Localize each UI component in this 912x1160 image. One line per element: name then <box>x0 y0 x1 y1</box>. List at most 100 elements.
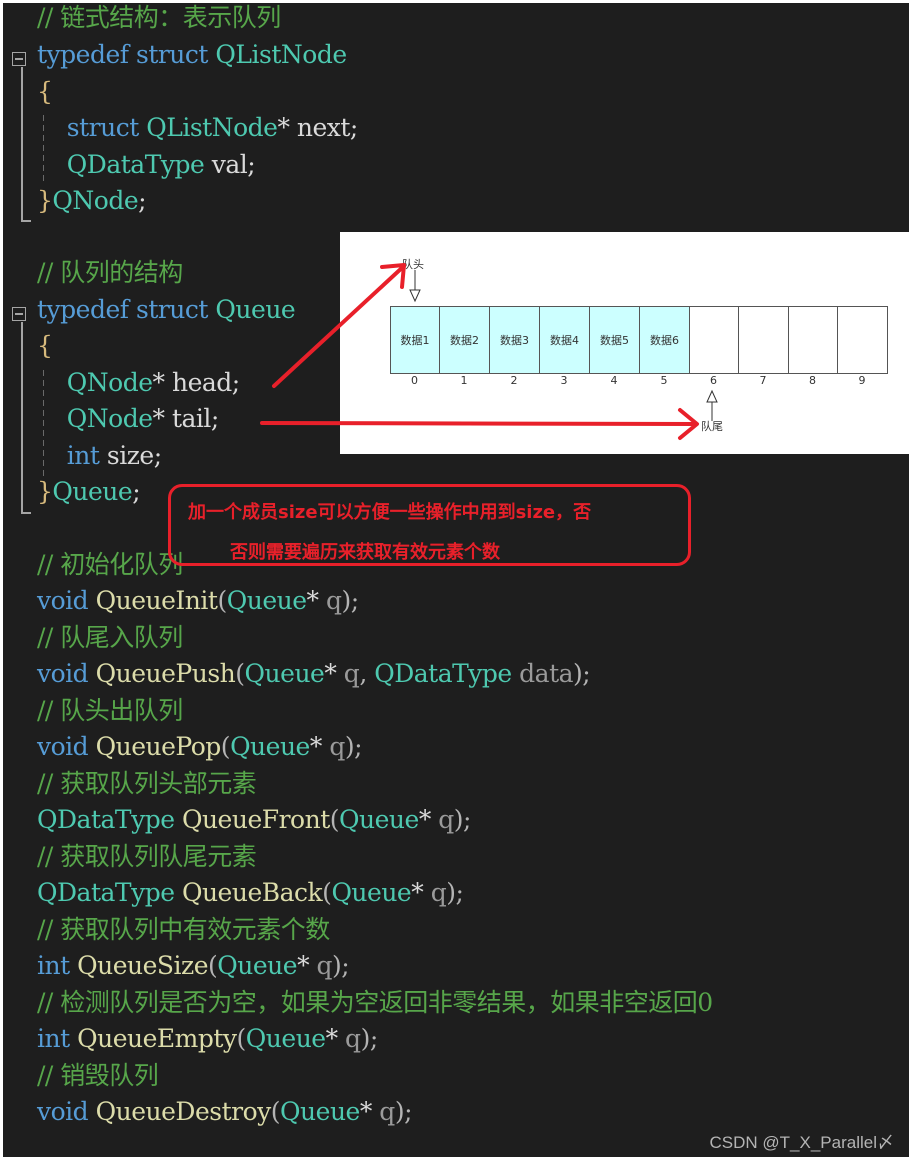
code-token: ); <box>453 805 472 834</box>
code-token: ( <box>208 951 218 980</box>
code-line[interactable]: void QueueInit(Queue* q); <box>37 583 359 619</box>
code-token: ; <box>132 477 141 506</box>
code-line[interactable]: void QueuePush(Queue* q, QDataType data)… <box>37 656 591 692</box>
code-line[interactable]: int size; <box>37 438 162 474</box>
code-line[interactable]: void QueueDestroy(Queue* q); <box>37 1094 413 1130</box>
code-token: Queue <box>52 477 133 506</box>
code-token: q <box>325 586 342 615</box>
code-token: // 检测队列是否为空，如果为空返回非零结果，如果非空返回0 <box>37 988 713 1017</box>
code-token: struct <box>135 40 208 69</box>
code-comment-line[interactable]: // 获取队列中有效元素个数 <box>37 912 330 948</box>
code-token: QNode <box>66 404 153 433</box>
callout-text-line2: 否则需要遍历来获取有效元素个数 <box>230 542 500 563</box>
code-token: QueueDestroy <box>95 1097 272 1126</box>
code-comment-line[interactable]: // 获取队列队尾元素 <box>37 839 257 875</box>
code-comment-line[interactable]: // 获取队列头部元素 <box>37 766 257 802</box>
code-comment-line[interactable]: // 检测队列是否为空，如果为空返回非零结果，如果非空返回0 <box>37 985 713 1021</box>
code-line[interactable]: { <box>37 328 53 364</box>
code-token: QDataType <box>374 659 512 688</box>
code-token: QueueBack <box>181 878 323 907</box>
array-cell: 数据5 <box>589 306 640 374</box>
code-comment-line[interactable]: // 链式结构：表示队列 <box>37 0 281 36</box>
code-token: void <box>37 586 89 615</box>
code-token: ); <box>573 659 591 688</box>
code-token: void <box>37 732 89 761</box>
code-line[interactable]: }Queue; <box>37 474 141 510</box>
code-line[interactable]: int QueueEmpty(Queue* q); <box>37 1021 378 1057</box>
code-token: ( <box>270 1097 281 1126</box>
code-comment-line[interactable]: // 队尾入队列 <box>37 620 183 656</box>
code-line[interactable]: QNode* head; <box>37 365 240 401</box>
code-line[interactable]: { <box>37 74 53 110</box>
code-token: Queue <box>230 732 310 761</box>
code-token: void <box>37 659 89 688</box>
code-token: QueueEmpty <box>77 1024 237 1053</box>
code-token: ); <box>394 1097 413 1126</box>
code-token: } <box>37 186 53 215</box>
code-token: q <box>329 732 345 761</box>
array-index-label: 4 <box>610 374 618 387</box>
head-pointer-arrow-icon <box>409 289 421 303</box>
code-token: // 队尾入队列 <box>37 623 183 652</box>
code-token: ); <box>360 1024 379 1053</box>
code-token: QNode <box>52 186 139 215</box>
code-line[interactable]: typedef struct Queue <box>37 292 296 328</box>
code-token: int <box>37 951 70 980</box>
code-token: Queue <box>244 659 325 688</box>
code-token: QueueSize <box>77 951 208 980</box>
code-token: data <box>519 659 574 688</box>
code-line[interactable]: QDataType QueueFront(Queue* q); <box>37 802 471 838</box>
code-line[interactable]: QNode* tail; <box>37 401 220 437</box>
queue-array-diagram: 队头 数据1 0 数据2 1 数据3 2 数据4 3 数据5 4 数据6 5 6 7 8 9 队尾 <box>340 232 910 454</box>
code-line[interactable]: }QNode; <box>37 183 147 219</box>
code-token: QNode <box>66 368 153 397</box>
code-token: size; <box>99 441 162 470</box>
array-cell <box>738 306 789 374</box>
code-token: Queue <box>339 805 419 834</box>
code-token: * tail; <box>152 404 220 433</box>
watermark: CSDN @T_X_Parallel〆 <box>709 1133 894 1152</box>
code-line[interactable]: typedef struct QListNode <box>37 37 347 73</box>
code-token: q <box>379 1097 395 1126</box>
array-cell <box>788 306 838 374</box>
code-comment-line[interactable]: // 销毁队列 <box>37 1058 159 1094</box>
code-token: Queue <box>226 586 307 615</box>
array-index-label: 2 <box>510 374 518 387</box>
code-token: void <box>37 1097 89 1126</box>
code-token: next; <box>296 113 358 142</box>
code-token: * <box>277 113 297 142</box>
array-index-label: 1 <box>460 374 468 387</box>
code-line[interactable]: QDataType val; <box>37 147 256 183</box>
code-token: q <box>438 805 454 834</box>
code-line[interactable]: void QueuePop(Queue* q); <box>37 729 363 765</box>
code-line[interactable]: struct QListNode* next; <box>37 110 359 146</box>
code-comment-line[interactable]: // 初始化队列 <box>37 547 183 583</box>
code-token: ); <box>332 951 350 980</box>
code-token: QDataType <box>66 150 205 179</box>
code-token: ( <box>235 659 245 688</box>
code-token: int <box>37 1024 70 1053</box>
code-token: * head; <box>152 368 241 397</box>
array-index-label: 9 <box>858 374 866 387</box>
fold-toggle-qlistnode[interactable] <box>12 52 26 66</box>
code-comment-line[interactable]: // 队列的结构 <box>37 255 183 291</box>
code-token: ( <box>329 805 340 834</box>
code-token: // 队头出队列 <box>37 696 183 725</box>
code-comment-line[interactable]: // 队头出队列 <box>37 693 183 729</box>
array-cell: 数据1 <box>390 306 440 374</box>
code-line[interactable]: QDataType QueueBack(Queue* q); <box>37 875 464 911</box>
code-token: } <box>37 477 53 506</box>
fold-toggle-queue[interactable] <box>12 307 26 321</box>
code-token: typedef <box>37 40 129 69</box>
code-line[interactable]: int QueueSize(Queue* q); <box>37 948 350 984</box>
code-token: , <box>359 659 375 688</box>
code-token: // 获取队列中有效元素个数 <box>37 915 330 944</box>
